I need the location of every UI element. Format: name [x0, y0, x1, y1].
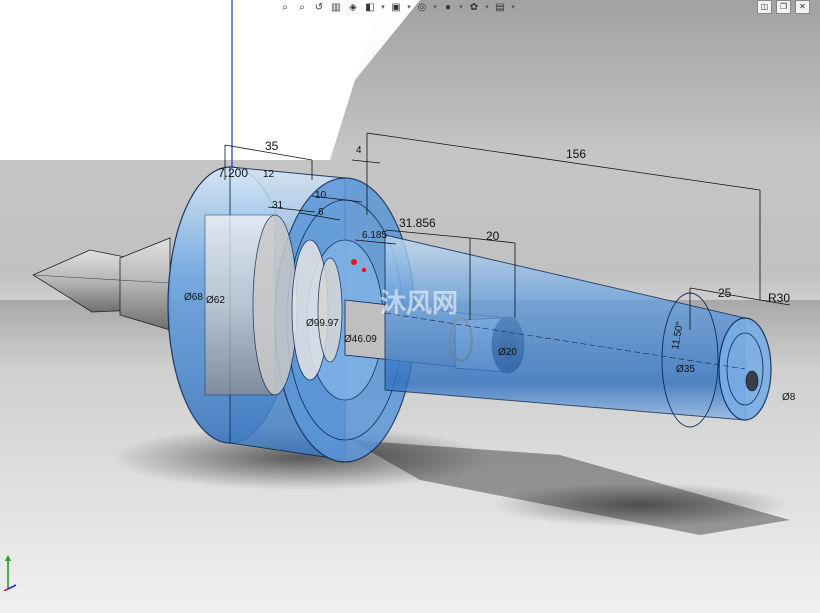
dimension-20: 20 [486, 229, 500, 243]
dimension-10: 10 [315, 190, 327, 201]
dimension-31: 31 [272, 200, 284, 211]
chevron-down-icon[interactable]: ▾ [406, 1, 412, 14]
previous-view-icon[interactable]: ↺ [312, 1, 326, 14]
heads-up-view-toolbar: ⌕ ⌕ ↺ ▥ ◈ ◧ ▾ ▣ ▾ ◎ ▾ ● ▾ ✿ ▾ ▤ ▾ [278, 0, 516, 14]
dimension-phi8: Ø8 [782, 392, 796, 403]
dimension-156: 156 [566, 147, 586, 161]
close-icon[interactable]: ✕ [795, 0, 810, 14]
dimension-phi4609: Ø46.09 [344, 334, 377, 345]
dimension-phi35: Ø35 [676, 364, 695, 375]
section-view-icon[interactable]: ▥ [329, 1, 343, 14]
display-style-icon[interactable]: ▣ [389, 1, 403, 14]
chevron-down-icon[interactable]: ▾ [484, 1, 490, 14]
dynamic-annotation-icon[interactable]: ◈ [346, 1, 360, 14]
dimension-12: 12 [263, 169, 275, 180]
dimension-31856: 31.856 [399, 216, 436, 230]
reference-triad-icon [3, 555, 17, 591]
dimension-7200: 7.200 [218, 166, 248, 180]
apply-scene-icon[interactable]: ✿ [467, 1, 481, 14]
dimension-35: 35 [265, 139, 279, 153]
model-scene[interactable]: 35 4 156 7.200 12 10 31 6 31.856 6.185 2… [0, 0, 820, 613]
hide-show-items-icon[interactable]: ◎ [415, 1, 429, 14]
tile-window-icon[interactable]: ◫ [757, 0, 772, 14]
edit-appearance-icon[interactable]: ● [441, 1, 455, 14]
dimension-phi62: Ø62 [206, 295, 225, 306]
chevron-down-icon[interactable]: ▾ [380, 1, 386, 14]
dimension-phi99: Ø99.97 [306, 318, 339, 329]
dimension-r30: R30 [768, 291, 790, 305]
chevron-down-icon[interactable]: ▾ [458, 1, 464, 14]
background-light-plane [0, 0, 380, 160]
dimension-6185: 6.185 [362, 230, 387, 241]
restore-window-icon[interactable]: ❐ [776, 0, 791, 14]
chevron-down-icon[interactable]: ▾ [510, 1, 516, 14]
dimension-4: 4 [356, 145, 362, 156]
view-settings-icon[interactable]: ▤ [493, 1, 507, 14]
dimension-phi20: Ø20 [498, 347, 517, 358]
dimension-25: 25 [718, 286, 732, 300]
window-controls: ◫ ❐ ✕ [757, 0, 810, 14]
zoom-to-area-icon[interactable]: ⌕ [295, 1, 309, 14]
view-orientation-icon[interactable]: ◧ [363, 1, 377, 14]
dimension-phi68: Ø68 [184, 292, 203, 303]
watermark-text: 沐风网 [380, 289, 458, 319]
graphics-viewport[interactable]: 35 4 156 7.200 12 10 31 6 31.856 6.185 2… [0, 0, 820, 613]
zoom-to-fit-icon[interactable]: ⌕ [278, 1, 292, 14]
dimension-6: 6 [318, 207, 324, 218]
chevron-down-icon[interactable]: ▾ [432, 1, 438, 14]
